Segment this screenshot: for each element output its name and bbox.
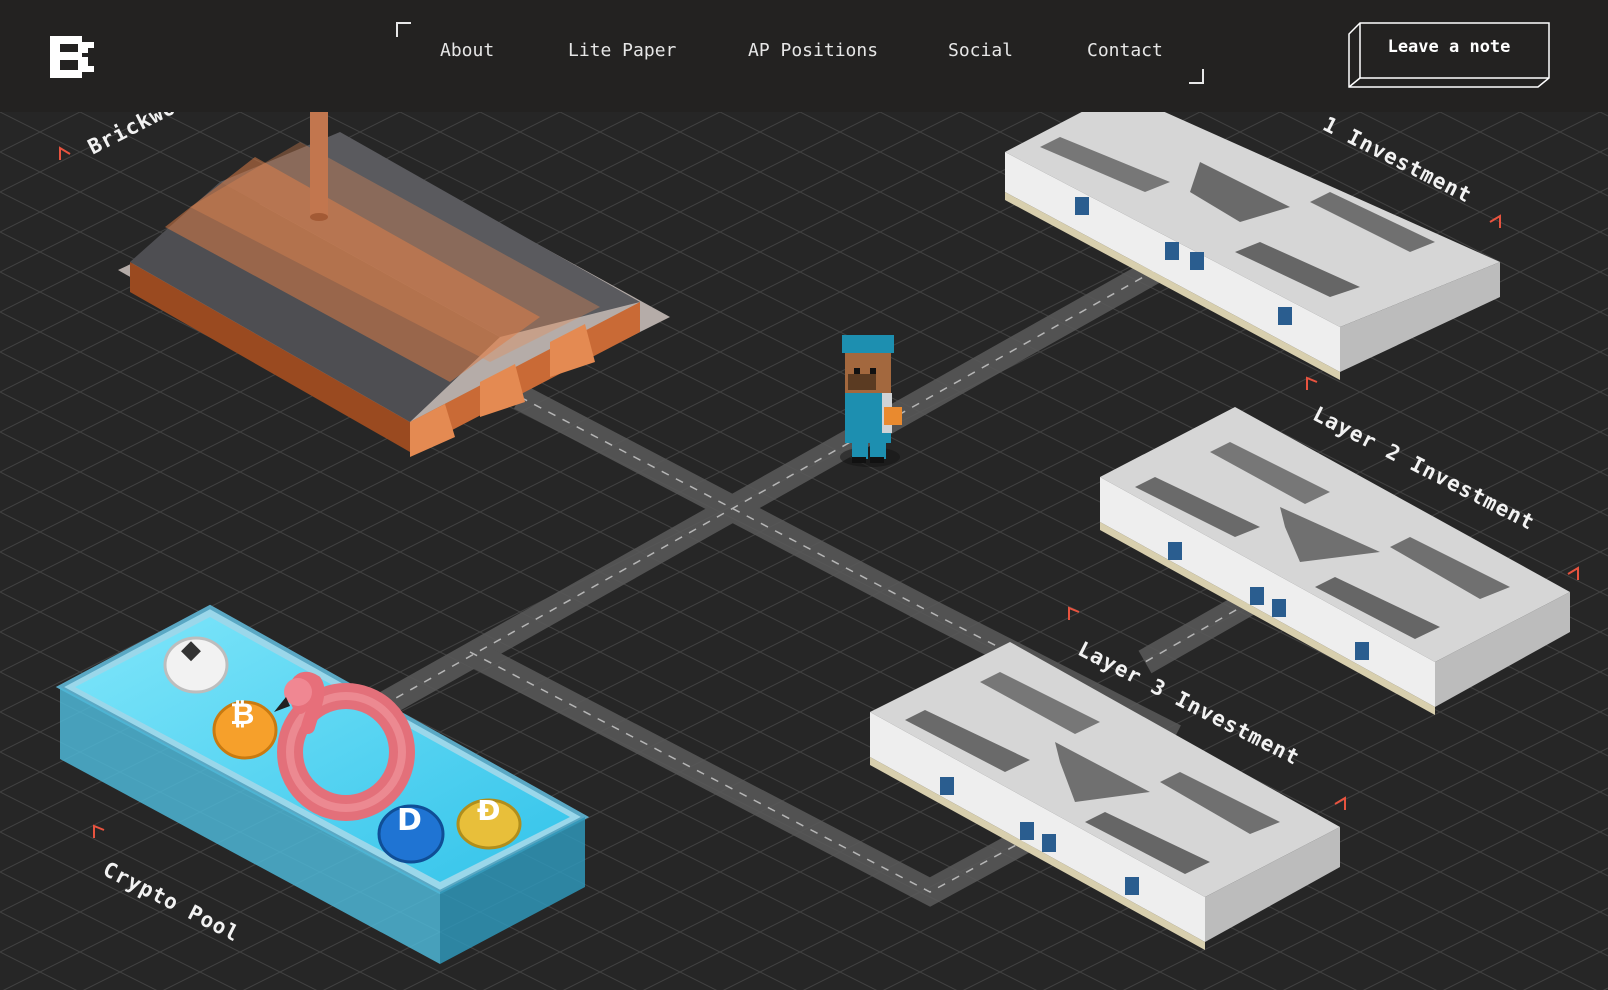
leave-a-note-label: Leave a note [1387, 37, 1511, 57]
leave-a-note-button[interactable]: Leave a note [1348, 22, 1550, 88]
nav-frame-corner [1189, 69, 1204, 84]
nav-social[interactable]: Social [948, 40, 1013, 61]
bitcoin-symbol: ₿ [230, 697, 255, 732]
dash-symbol: D [397, 803, 422, 838]
nav-frame-corner [396, 22, 411, 37]
ethereum-symbol: ◆ [181, 635, 201, 665]
nav-contact[interactable]: Contact [1087, 40, 1163, 61]
dogecoin-symbol: Ð [477, 794, 501, 827]
site-header: About Lite Paper AP Positions Social Con… [0, 0, 1608, 112]
nav-ap-positions[interactable]: AP Positions [748, 40, 878, 61]
isometric-map[interactable]: ₿ ◆ D Ð Brickwo 1 Investment Layer 2 Inv… [0, 112, 1608, 990]
brand-logo[interactable] [50, 36, 94, 78]
nav-about[interactable]: About [440, 40, 494, 61]
nav-lite-paper[interactable]: Lite Paper [568, 40, 676, 61]
